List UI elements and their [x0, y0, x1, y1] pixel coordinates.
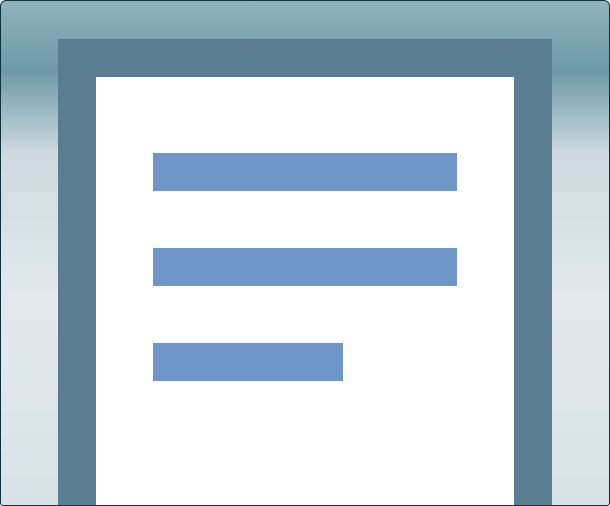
- titlebar[interactable]: Öffnen BearbeitenAnsichtEinfügenFormatTa…: [1, 1, 609, 30]
- open-file-dialog: Öffnen BearbeitenAnsichtEinfügenFormatTa…: [0, 0, 610, 506]
